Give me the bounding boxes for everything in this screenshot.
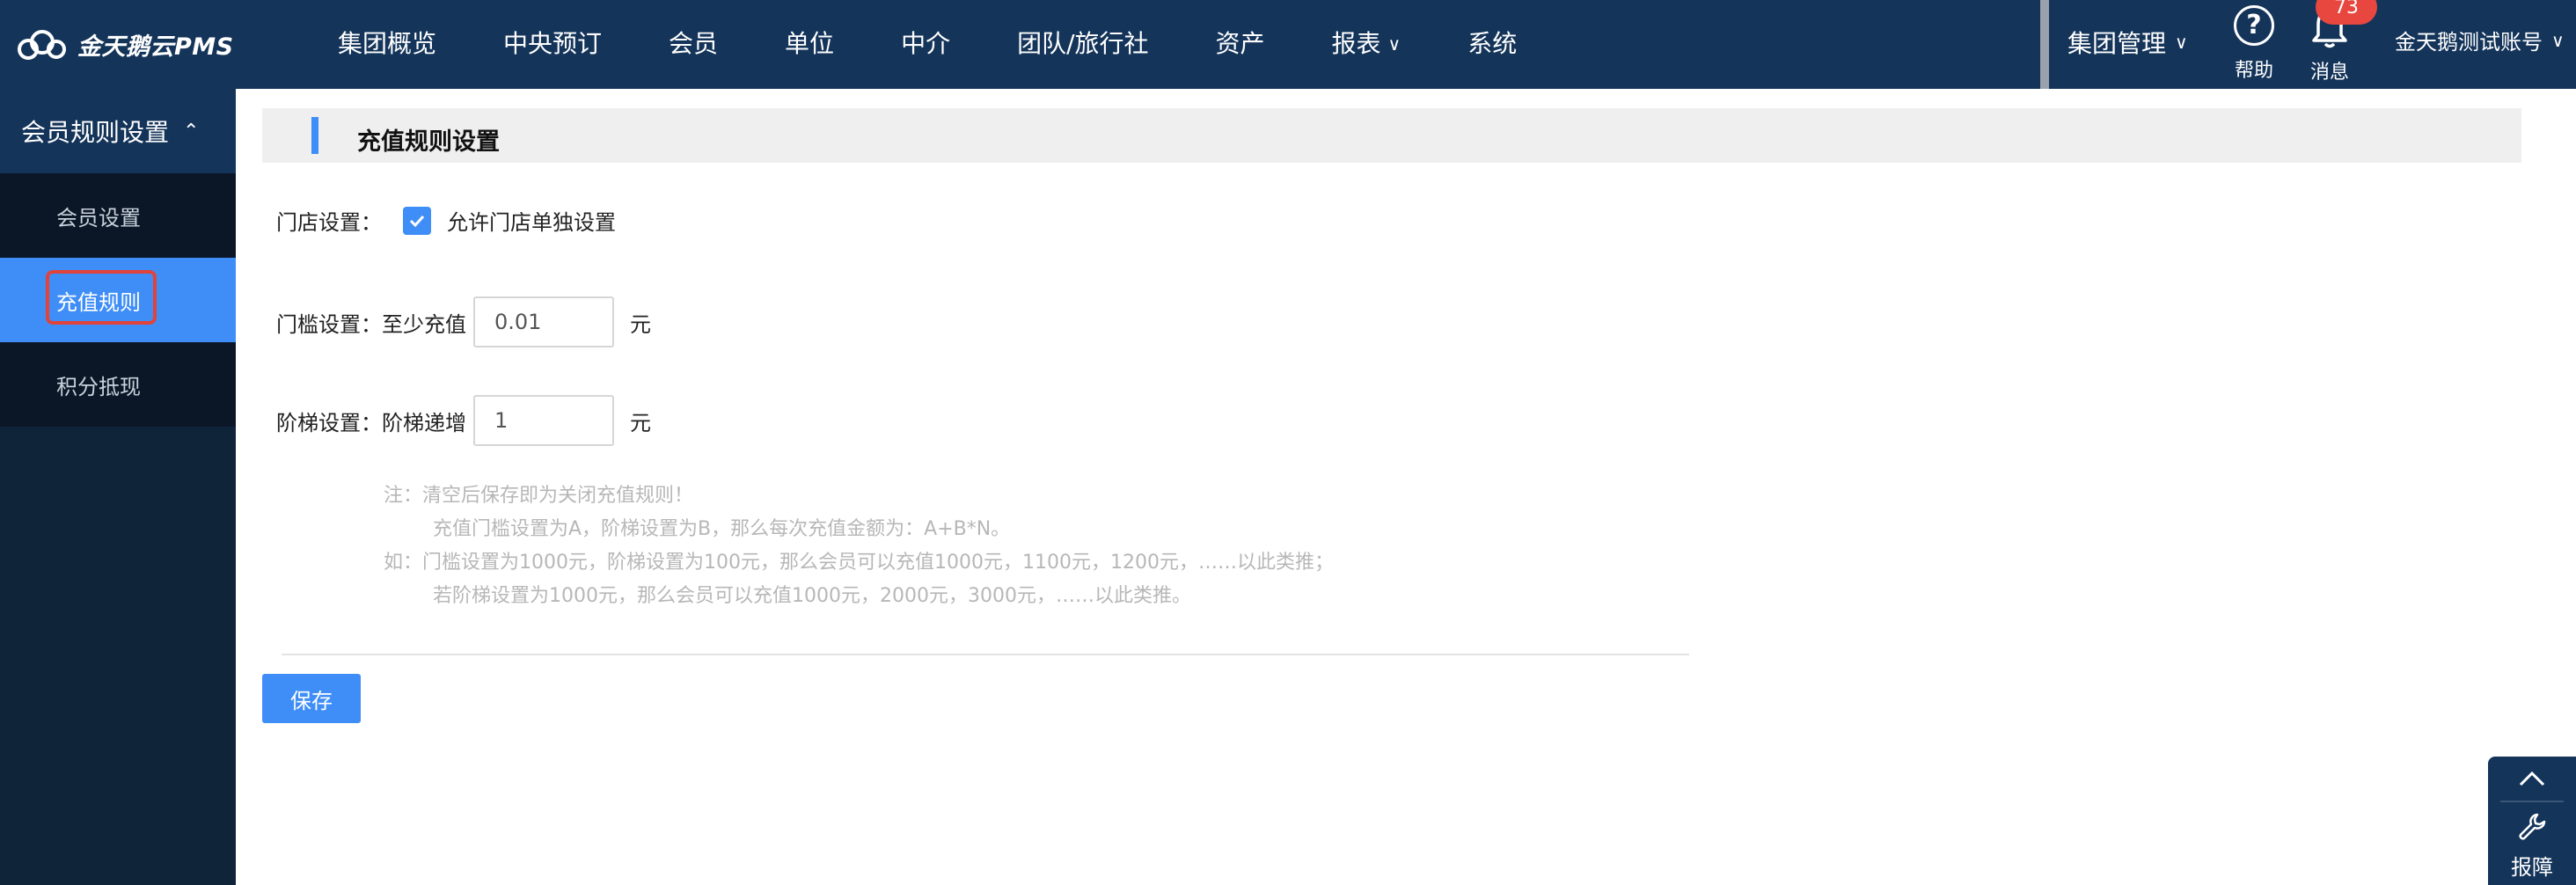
step-input[interactable]: 1: [473, 395, 614, 446]
nav-item-group-travel[interactable]: 团队/旅行社: [984, 25, 1182, 60]
wrench-icon: [2519, 813, 2546, 840]
sidebar-item-label: 充值规则: [56, 289, 141, 315]
step-label: 阶梯设置：: [276, 410, 382, 435]
sidebar-section-member-rules[interactable]: 会员规则设置 ⌃: [0, 89, 236, 173]
message-count-badge: 73: [2316, 0, 2377, 25]
sidebar-submenu: 会员设置 充值规则 积分抵现: [0, 173, 236, 427]
topbar-divider: [2040, 0, 2049, 89]
nav-label: 单位: [785, 29, 835, 58]
page-title: 充值规则设置: [357, 128, 500, 156]
nav-item-assets[interactable]: 资产: [1182, 25, 1299, 60]
threshold-sublabel: 至少充值: [382, 311, 466, 337]
group-management-label: 集团管理: [2067, 29, 2167, 58]
note-line: 注：清空后保存即为关闭充值规则！: [384, 485, 694, 507]
step-unit: 元: [630, 410, 651, 435]
nav-label: 中介: [901, 29, 951, 58]
help-notes: 注：清空后保存即为关闭充值规则！ 充值门槛设置为A，阶梯设置为B，那么每次充值金…: [384, 479, 1334, 613]
allow-store-setting-label[interactable]: 允许门店单独设置: [447, 205, 616, 236]
allow-store-setting-checkbox[interactable]: [403, 206, 431, 235]
step-sublabel: 阶梯递增: [382, 410, 466, 435]
main-content: 充值规则设置 门店设置： 允许门店单独设置 门槛设置： 至少充值 0.01 元 …: [236, 89, 2576, 885]
chevron-down-icon: ∨: [2175, 32, 2188, 53]
nav-label: 资产: [1215, 29, 1265, 58]
account-dropdown[interactable]: 金天鹅测试账号 ∨: [2395, 25, 2565, 55]
sidebar-item-recharge-rules[interactable]: 充值规则: [0, 258, 236, 342]
store-setting-row: 门店设置： 允许门店单独设置: [276, 205, 616, 236]
nav-label: 集团概览: [338, 29, 437, 58]
nav-label: 中央预订: [503, 29, 603, 58]
nav-item-central-reservation[interactable]: 中央预订: [470, 25, 635, 60]
threshold-row: 门槛设置： 至少充值 0.01 元: [276, 296, 651, 347]
sidebar-section-label: 会员规则设置: [21, 118, 170, 147]
group-management-dropdown[interactable]: 集团管理 ∨: [2067, 25, 2188, 60]
threshold-unit: 元: [630, 311, 651, 337]
note-line: 若阶梯设置为1000元，那么会员可以充值1000元，2000元，3000元，………: [433, 585, 1191, 607]
account-name: 金天鹅测试账号: [2395, 30, 2543, 55]
section-accent-bar: [311, 117, 318, 154]
brand-name: 金天鹅云PMS: [77, 33, 234, 61]
sidebar-item-points-cash[interactable]: 积分抵现: [0, 342, 236, 427]
nav-label: 系统: [1467, 29, 1518, 58]
nav-label: 会员: [669, 29, 719, 58]
report-issue-label: 报障: [2511, 855, 2553, 880]
threshold-input[interactable]: 0.01: [473, 296, 614, 347]
store-setting-label: 门店设置：: [276, 210, 382, 235]
nav-label: 团队/旅行社: [1017, 29, 1149, 58]
sidebar-item-label: 会员设置: [56, 205, 141, 230]
note-line: 充值门槛设置为A，阶梯设置为B，那么每次充值金额为：A+B*N。: [433, 518, 1011, 540]
sidebar-item-label: 积分抵现: [56, 374, 141, 399]
messages-label: 消息: [2309, 62, 2349, 84]
nav-item-agent[interactable]: 中介: [867, 25, 984, 60]
threshold-label: 门槛设置：: [276, 311, 382, 337]
nav-item-company[interactable]: 单位: [751, 25, 867, 60]
chevron-up-icon: [2519, 771, 2545, 786]
section-header: 充值规则设置: [262, 108, 2521, 163]
chevron-down-icon: ∨: [1387, 33, 1401, 55]
question-icon: ?: [2234, 5, 2274, 46]
note-line: 如：门槛设置为1000元，阶梯设置为100元，那么会员可以充值1000元，110…: [384, 552, 1334, 574]
checkmark-icon: [409, 215, 425, 227]
help-label: 帮助: [2234, 60, 2273, 82]
nav-item-reports[interactable]: 报表 ∨: [1299, 25, 1435, 60]
brand-logo[interactable]: 金天鹅云PMS: [16, 25, 234, 63]
chevron-up-icon: ⌃: [183, 120, 200, 143]
step-row: 阶梯设置： 阶梯递增 1 元: [276, 395, 651, 446]
sidebar-item-member-settings[interactable]: 会员设置: [0, 173, 236, 258]
sidebar: 会员规则设置 ⌃ 会员设置 充值规则 积分抵现: [0, 89, 236, 885]
help-button[interactable]: ? 帮助: [2229, 5, 2279, 83]
nav-label: 报表: [1331, 29, 1381, 58]
main-nav: 集团概览 中央预订 会员 单位 中介 团队/旅行社 资产 报表 ∨ 系统: [304, 0, 1550, 84]
chevron-down-icon: ∨: [2551, 29, 2565, 51]
report-issue-button[interactable]: 报障: [2488, 811, 2576, 881]
nav-item-member[interactable]: 会员: [635, 25, 751, 60]
divider: [282, 654, 1689, 655]
cloud-logo-icon: [18, 30, 66, 60]
save-button[interactable]: 保存: [262, 674, 361, 723]
top-bar: 金天鹅云PMS 集团概览 中央预订 会员 单位 中介 团队/旅行社 资产 报表 ∨…: [0, 0, 2576, 89]
floating-widget: 报障: [2488, 757, 2576, 885]
nav-item-system[interactable]: 系统: [1434, 25, 1550, 60]
nav-item-group-overview[interactable]: 集团概览: [304, 25, 470, 60]
back-to-top-button[interactable]: [2500, 757, 2564, 802]
